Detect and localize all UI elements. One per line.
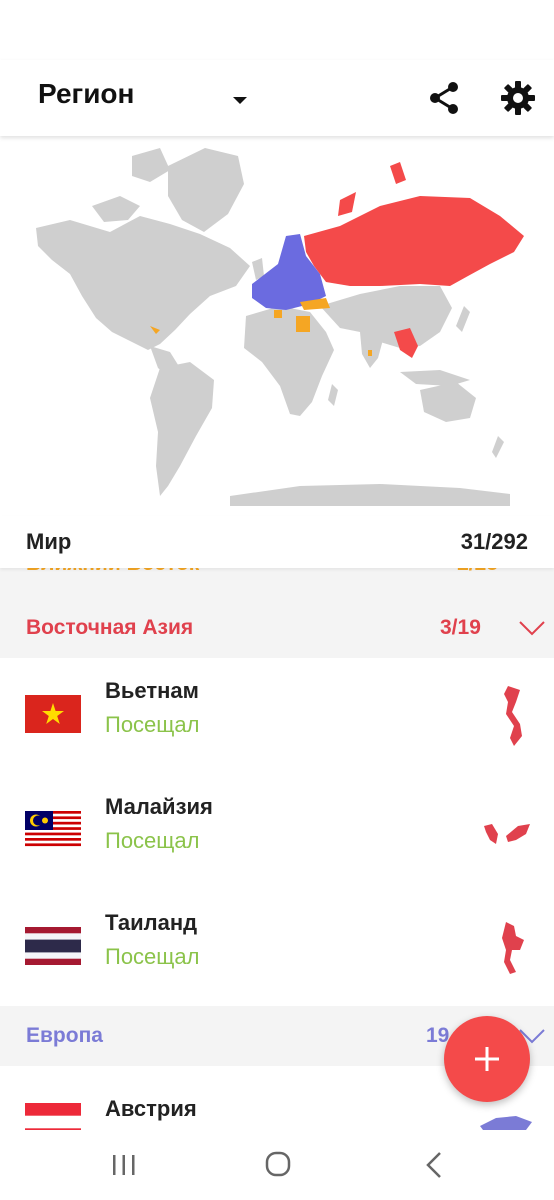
world-map[interactable] xyxy=(0,136,554,516)
world-label: Мир xyxy=(26,529,72,554)
status-bar xyxy=(0,0,554,60)
world-summary-row[interactable]: Мир 31/292 xyxy=(0,516,554,568)
group-count: 3/19 xyxy=(440,616,481,639)
map-australia xyxy=(420,382,476,422)
vietnam-flag-icon xyxy=(25,695,81,733)
thailand-shape-icon xyxy=(502,922,524,974)
app-bar: Регион xyxy=(0,60,554,136)
chevron-down-icon xyxy=(519,621,545,636)
add-button[interactable] xyxy=(444,1016,530,1102)
world-count: 31/292 xyxy=(460,529,528,554)
recent-apps-icon[interactable] xyxy=(104,1150,144,1180)
page-title: Регион xyxy=(38,78,135,109)
map-africa xyxy=(244,306,334,416)
region-dropdown[interactable]: Регион xyxy=(38,78,247,110)
group-header-east-asia[interactable]: Восточная Азия 3/19 xyxy=(0,598,554,658)
country-status: Посещал xyxy=(105,944,200,969)
map-south-america xyxy=(150,362,214,496)
map-asia xyxy=(320,286,452,348)
country-name: Таиланд xyxy=(105,910,198,935)
thailand-flag-icon xyxy=(25,927,81,965)
gear-icon[interactable] xyxy=(498,78,538,118)
back-icon[interactable] xyxy=(414,1150,454,1180)
home-icon[interactable] xyxy=(258,1150,298,1180)
country-status: Посещал xyxy=(105,828,200,853)
map-russia-visited xyxy=(304,196,524,286)
group-label: Ближний Восток xyxy=(26,568,199,576)
list-item[interactable]: Вьетнам Посещал xyxy=(0,658,554,774)
group-label: Восточная Азия xyxy=(26,616,194,639)
group-header-middle-east[interactable]: Ближний Восток 2/25 xyxy=(0,568,554,598)
map-north-america xyxy=(36,216,250,350)
share-icon[interactable] xyxy=(424,78,464,118)
system-navigation-bar xyxy=(0,1130,554,1200)
country-status: Посещал xyxy=(105,712,200,737)
plus-icon xyxy=(475,1047,499,1071)
malaysia-shape-icon xyxy=(484,824,530,844)
malaysia-flag-icon xyxy=(25,811,81,849)
list-item[interactable]: Малайзия Посещал xyxy=(0,774,554,890)
arrow-drop-down-icon xyxy=(233,97,247,104)
country-name: Малайзия xyxy=(105,794,213,819)
country-name: Вьетнам xyxy=(105,678,199,703)
vietnam-shape-icon xyxy=(504,686,522,746)
list-item[interactable]: Таиланд Посещал xyxy=(0,890,554,1006)
group-count: 2/25 xyxy=(457,568,498,576)
map-greenland xyxy=(168,148,244,232)
country-name: Австрия xyxy=(105,1096,197,1121)
group-label: Европа xyxy=(26,1024,103,1047)
map-antarctica xyxy=(230,484,510,506)
